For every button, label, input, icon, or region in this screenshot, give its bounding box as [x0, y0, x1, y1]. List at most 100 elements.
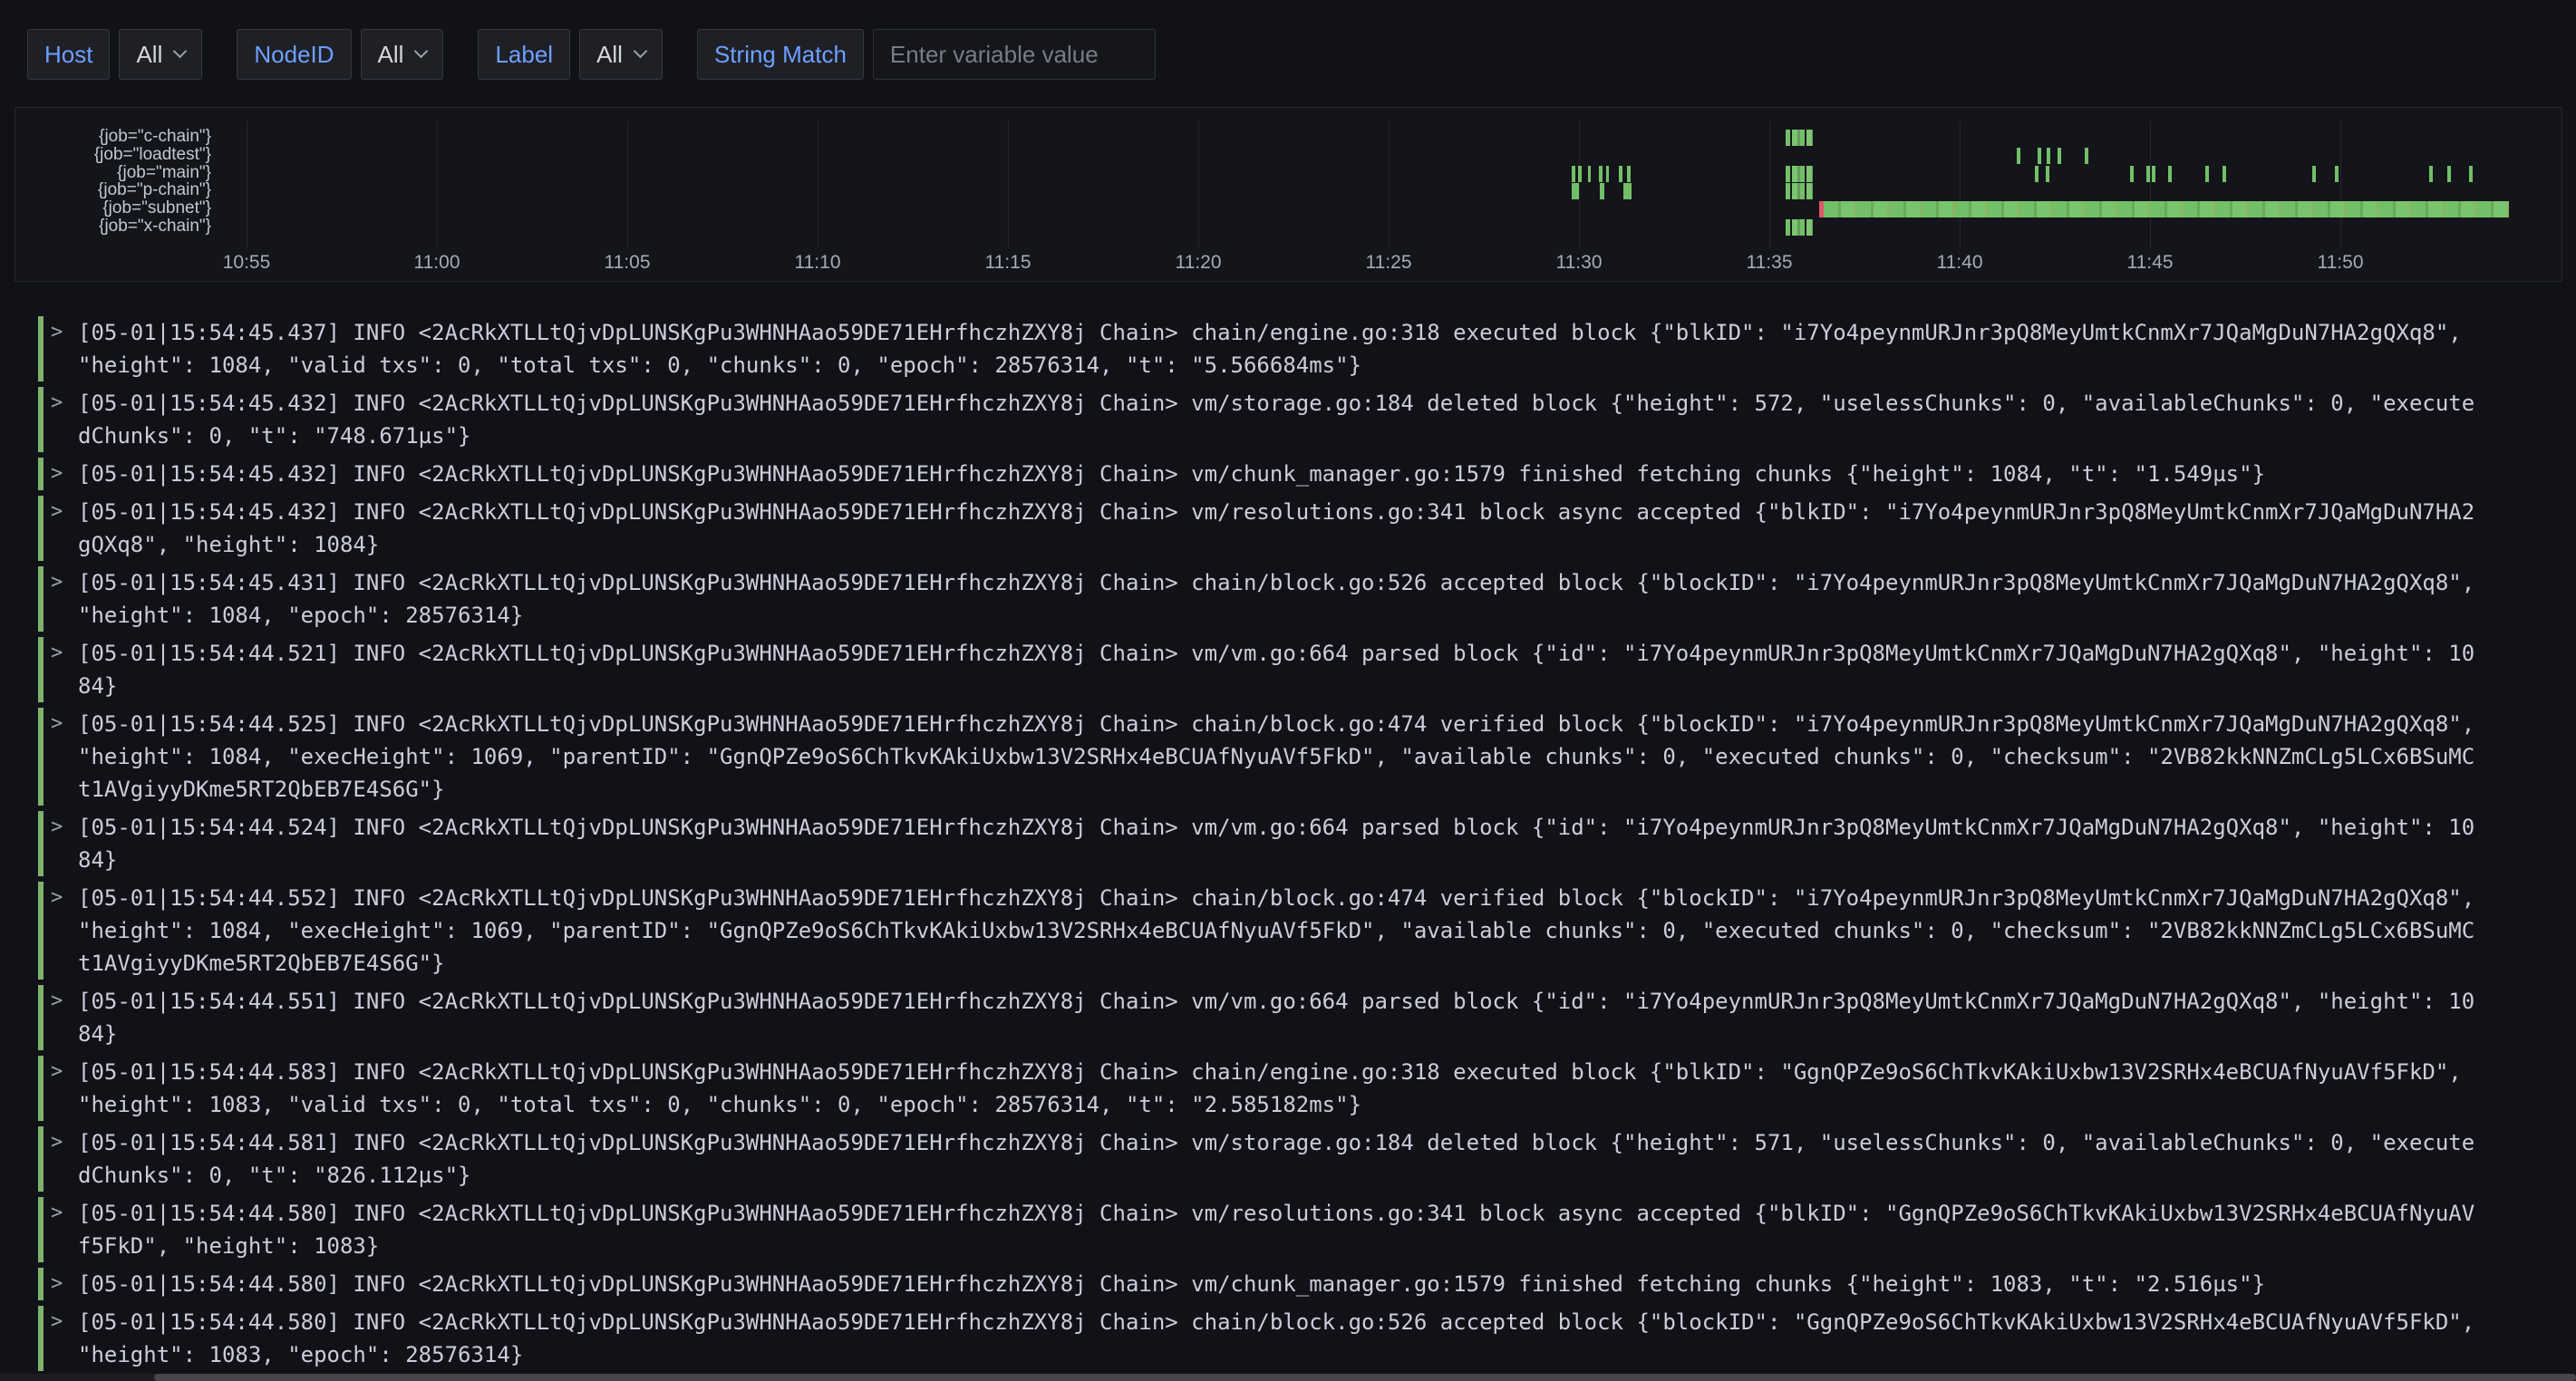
- expand-chevron-icon[interactable]: >: [51, 1306, 73, 1371]
- log-volume-mark: [2312, 166, 2316, 182]
- log-text: [05-01|15:54:44.524] INFO <2AcRkXTLLtQjv…: [78, 811, 2474, 876]
- expand-chevron-icon[interactable]: >: [51, 1268, 73, 1300]
- log-text: [05-01|15:54:44.525] INFO <2AcRkXTLLtQjv…: [78, 708, 2474, 806]
- variable-group-label: Label All: [478, 29, 663, 80]
- log-entry[interactable]: > [05-01|15:54:44.580] INFO <2AcRkXTLLtQ…: [38, 1268, 2558, 1300]
- expand-chevron-icon[interactable]: >: [51, 882, 73, 980]
- log-text-row: [05-01|15:54:44.524] INFO <2AcRkXTLLtQjv…: [78, 811, 2474, 844]
- grafana-log-dashboard: Host All NodeID All Label All String Mat…: [0, 0, 2576, 1381]
- log-entry[interactable]: > [05-01|15:54:45.432] INFO <2AcRkXTLLtQ…: [38, 387, 2558, 452]
- expand-chevron-icon[interactable]: >: [51, 1197, 73, 1262]
- grid-line: [2150, 121, 2151, 248]
- expand-chevron-icon[interactable]: >: [51, 496, 73, 561]
- variable-dropdown[interactable]: All: [579, 29, 663, 80]
- log-entry[interactable]: > [05-01|15:54:44.552] INFO <2AcRkXTLLtQ…: [38, 882, 2558, 980]
- log-text: [05-01|15:54:45.437] INFO <2AcRkXTLLtQjv…: [78, 316, 2462, 381]
- time-axis-label: 11:40: [1896, 252, 2023, 274]
- expand-chevron-icon[interactable]: >: [51, 637, 73, 702]
- log-text-row: [05-01|15:54:44.580] INFO <2AcRkXTLLtQjv…: [78, 1197, 2474, 1230]
- log-entry[interactable]: > [05-01|15:54:44.580] INFO <2AcRkXTLLtQ…: [38, 1306, 2558, 1371]
- time-axis-label: 11:45: [2087, 252, 2213, 274]
- log-text: [05-01|15:54:44.581] INFO <2AcRkXTLLtQjv…: [78, 1126, 2474, 1192]
- expand-chevron-icon[interactable]: >: [51, 458, 73, 490]
- horizontal-scrollbar-track: [0, 1374, 2576, 1381]
- grid-line: [2340, 121, 2341, 248]
- grid-line: [1579, 121, 1580, 248]
- horizontal-scrollbar-thumb[interactable]: [154, 1374, 2576, 1381]
- log-volume-mark: [2168, 166, 2172, 182]
- variable-value: All: [596, 41, 623, 69]
- log-entry[interactable]: > [05-01|15:54:45.432] INFO <2AcRkXTLLtQ…: [38, 458, 2558, 490]
- time-axis-label: 11:35: [1706, 252, 1833, 274]
- log-volume-mark: [2035, 166, 2039, 182]
- expand-chevron-icon[interactable]: >: [51, 1126, 73, 1192]
- log-text-row: 84}: [78, 670, 2474, 702]
- time-axis-label: 11:25: [1325, 252, 1452, 274]
- log-entry[interactable]: > [05-01|15:54:44.580] INFO <2AcRkXTLLtQ…: [38, 1197, 2558, 1262]
- expand-chevron-icon[interactable]: >: [51, 1056, 73, 1121]
- log-volume-mark: [1786, 183, 1813, 199]
- chevron-down-icon: [173, 44, 188, 59]
- expand-chevron-icon[interactable]: >: [51, 316, 73, 381]
- variables-toolbar: Host All NodeID All Label All String Mat…: [27, 29, 1156, 80]
- variable-dropdown[interactable]: All: [119, 29, 202, 80]
- log-entry[interactable]: > [05-01|15:54:44.524] INFO <2AcRkXTLLtQ…: [38, 811, 2558, 876]
- time-axis-label: 10:55: [183, 252, 310, 274]
- legend-row-label: {job="main"}: [15, 164, 211, 182]
- log-text-row: f5FkD", "height": 1083}: [78, 1230, 2474, 1262]
- legend-row-label: {job="subnet"}: [15, 199, 211, 217]
- log-entry[interactable]: > [05-01|15:54:45.432] INFO <2AcRkXTLLtQ…: [38, 496, 2558, 561]
- expand-chevron-icon[interactable]: >: [51, 811, 73, 876]
- log-text-row: "height": 1084, "epoch": 28576314}: [78, 599, 2474, 632]
- log-volume-mark: [1599, 166, 1603, 182]
- log-volume-mark: [2205, 166, 2209, 182]
- log-volume-mark: [1572, 166, 1575, 182]
- log-text: [05-01|15:54:45.432] INFO <2AcRkXTLLtQjv…: [78, 458, 2265, 490]
- grid-line: [1008, 121, 1009, 248]
- string-match-group: String Match: [697, 29, 1156, 80]
- log-text-row: [05-01|15:54:44.525] INFO <2AcRkXTLLtQjv…: [78, 708, 2474, 740]
- log-entry[interactable]: > [05-01|15:54:44.521] INFO <2AcRkXTLLtQ…: [38, 637, 2558, 702]
- log-volume-mark: [2058, 148, 2061, 164]
- chevron-down-icon: [634, 44, 648, 59]
- log-text: [05-01|15:54:44.521] INFO <2AcRkXTLLtQjv…: [78, 637, 2474, 702]
- expand-chevron-icon[interactable]: >: [51, 985, 73, 1050]
- variable-group-host: Host All: [27, 29, 202, 80]
- log-entry[interactable]: > [05-01|15:54:44.551] INFO <2AcRkXTLLtQ…: [38, 985, 2558, 1050]
- log-entry[interactable]: > [05-01|15:54:44.525] INFO <2AcRkXTLLtQ…: [38, 708, 2558, 806]
- time-axis-label: 11:15: [944, 252, 1071, 274]
- log-list: > [05-01|15:54:45.437] INFO <2AcRkXTLLtQ…: [38, 316, 2558, 1371]
- grid-line: [1389, 121, 1390, 248]
- log-volume-mark: [2038, 148, 2041, 164]
- log-entry[interactable]: > [05-01|15:54:45.437] INFO <2AcRkXTLLtQ…: [38, 316, 2558, 381]
- log-volume-mark: [1572, 183, 1579, 199]
- log-text: [05-01|15:54:44.580] INFO <2AcRkXTLLtQjv…: [78, 1197, 2474, 1262]
- string-match-input[interactable]: [873, 29, 1156, 80]
- log-text-row: [05-01|15:54:44.580] INFO <2AcRkXTLLtQjv…: [78, 1306, 2474, 1338]
- expand-chevron-icon[interactable]: >: [51, 566, 73, 632]
- log-text: [05-01|15:54:45.432] INFO <2AcRkXTLLtQjv…: [78, 496, 2474, 561]
- log-text-row: t1AVgiyyDKme5RT2QbEB7E4S6G"}: [78, 773, 2474, 806]
- log-text: [05-01|15:54:44.551] INFO <2AcRkXTLLtQjv…: [78, 985, 2474, 1050]
- log-volume-mark: [2047, 148, 2050, 164]
- log-entry[interactable]: > [05-01|15:54:44.581] INFO <2AcRkXTLLtQ…: [38, 1126, 2558, 1192]
- log-text-row: "height": 1084, "execHeight": 1069, "par…: [78, 740, 2474, 773]
- log-text-row: "height": 1083, "epoch": 28576314}: [78, 1338, 2474, 1371]
- legend-row-label: {job="p-chain"}: [15, 181, 211, 199]
- log-volume-mark: [2085, 148, 2088, 164]
- log-text-row: "height": 1084, "execHeight": 1069, "par…: [78, 914, 2474, 947]
- log-volume-mark: [1606, 166, 1609, 182]
- variable-label: NodeID: [237, 29, 351, 80]
- expand-chevron-icon[interactable]: >: [51, 387, 73, 452]
- plot-area[interactable]: {job="c-chain"}{job="loadtest"}{job="mai…: [15, 108, 2561, 281]
- expand-chevron-icon[interactable]: >: [51, 708, 73, 806]
- log-entry[interactable]: > [05-01|15:54:45.431] INFO <2AcRkXTLLtQ…: [38, 566, 2558, 632]
- time-axis-label: 11:30: [1516, 252, 1642, 274]
- time-axis-label: 11:50: [2277, 252, 2404, 274]
- log-volume-mark: [1600, 183, 1604, 199]
- log-entry[interactable]: > [05-01|15:54:44.583] INFO <2AcRkXTLLtQ…: [38, 1056, 2558, 1121]
- log-text: [05-01|15:54:45.432] INFO <2AcRkXTLLtQjv…: [78, 387, 2474, 452]
- variable-dropdown[interactable]: All: [361, 29, 444, 80]
- variable-label: Host: [27, 29, 110, 80]
- log-text-row: "height": 1083, "valid txs": 0, "total t…: [78, 1088, 2462, 1121]
